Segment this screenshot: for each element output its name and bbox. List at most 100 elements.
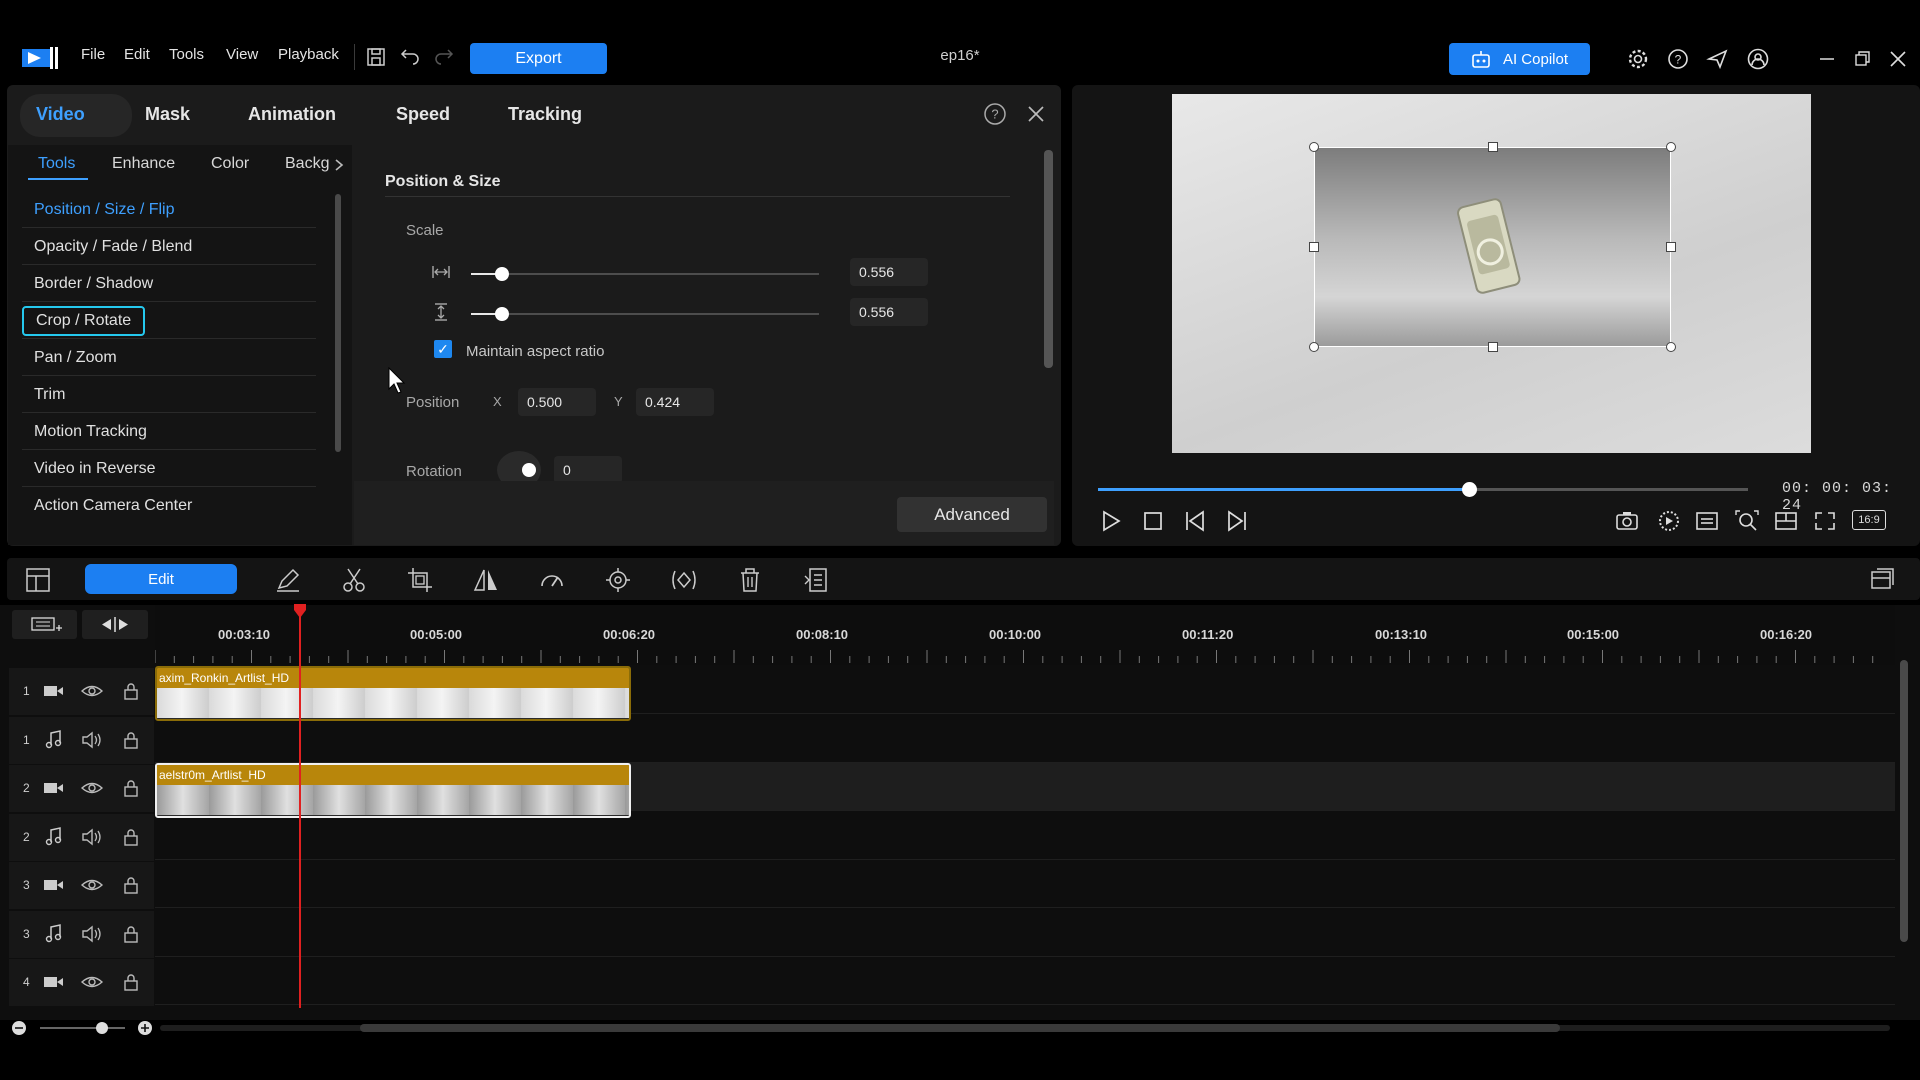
- lock-icon[interactable]: [123, 731, 139, 749]
- playhead-line[interactable]: [299, 610, 301, 1008]
- more-tools-icon[interactable]: [802, 566, 830, 594]
- timeline-settings-icon[interactable]: [1868, 566, 1896, 594]
- help-icon[interactable]: ?: [1666, 47, 1690, 71]
- resize-handle-right[interactable]: [1666, 242, 1676, 252]
- save-icon[interactable]: [366, 47, 386, 67]
- add-track-button[interactable]: [12, 610, 77, 639]
- menu-tools[interactable]: Tools: [169, 46, 204, 63]
- scale-width-slider-track[interactable]: [471, 273, 819, 275]
- zoom-preview-icon[interactable]: [1734, 509, 1760, 533]
- zoom-in-icon[interactable]: [137, 1020, 153, 1036]
- playback-mode-icon[interactable]: [1656, 509, 1682, 533]
- resize-handle-bottom[interactable]: [1488, 342, 1498, 352]
- redo-icon[interactable]: [434, 47, 454, 67]
- rotation-input[interactable]: 0: [554, 456, 622, 484]
- stop-icon[interactable]: [1140, 509, 1166, 533]
- subtab-scroll-right-icon[interactable]: [334, 158, 344, 172]
- edit-button[interactable]: Edit: [85, 564, 237, 594]
- crop-icon[interactable]: [406, 566, 434, 594]
- resize-handle-top-left[interactable]: [1309, 142, 1319, 152]
- tool-crop-rotate[interactable]: Crop / Rotate: [22, 303, 316, 339]
- scale-width-input[interactable]: 0.556: [850, 258, 928, 286]
- resize-handle-bottom-left[interactable]: [1309, 342, 1319, 352]
- resize-handle-bottom-right[interactable]: [1666, 342, 1676, 352]
- track-row-video-4[interactable]: [155, 957, 1895, 1005]
- undo-icon[interactable]: [400, 47, 420, 67]
- timeline-vertical-scrollbar[interactable]: [1900, 660, 1908, 942]
- fit-timeline-button[interactable]: [82, 610, 148, 639]
- playhead-handle-icon[interactable]: [292, 604, 308, 620]
- lock-icon[interactable]: [123, 925, 139, 943]
- ai-copilot-button[interactable]: AI Copilot: [1449, 43, 1590, 75]
- restore-icon[interactable]: [1854, 50, 1872, 68]
- tab-video[interactable]: Video: [36, 104, 85, 125]
- tool-video-in-reverse[interactable]: Video in Reverse: [22, 451, 316, 487]
- pen-tool-icon[interactable]: [274, 566, 302, 594]
- lock-icon[interactable]: [123, 876, 139, 894]
- minimize-icon[interactable]: [1818, 50, 1836, 68]
- track-row-audio-1[interactable]: [155, 715, 1895, 763]
- tool-trim[interactable]: Trim: [22, 377, 316, 413]
- fullscreen-icon[interactable]: [1812, 509, 1838, 533]
- panel-help-icon[interactable]: ?: [983, 102, 1007, 126]
- scale-height-input[interactable]: 0.556: [850, 298, 928, 326]
- subtab-enhance[interactable]: Enhance: [112, 155, 175, 173]
- subtab-color[interactable]: Color: [211, 155, 249, 173]
- video-clip-track-2[interactable]: aelstr0m_Artlist_HD: [155, 763, 631, 818]
- menu-file[interactable]: File: [81, 46, 105, 63]
- menu-playback[interactable]: Playback: [278, 46, 339, 63]
- tool-position-size-flip[interactable]: Position / Size / Flip: [22, 192, 316, 228]
- speaker-icon[interactable]: [81, 925, 103, 943]
- maintain-aspect-checkbox[interactable]: ✓: [434, 340, 452, 358]
- delete-icon[interactable]: [736, 566, 764, 594]
- zoom-out-icon[interactable]: [11, 1020, 27, 1036]
- play-icon[interactable]: [1098, 509, 1124, 533]
- tab-tracking[interactable]: Tracking: [508, 104, 582, 125]
- track-row-audio-2[interactable]: [155, 812, 1895, 860]
- position-x-input[interactable]: 0.500: [518, 388, 596, 416]
- tool-motion-tracking[interactable]: Motion Tracking: [22, 414, 316, 450]
- close-window-icon[interactable]: [1889, 50, 1907, 68]
- subtab-tools[interactable]: Tools: [38, 155, 75, 173]
- panel-close-icon[interactable]: [1026, 104, 1046, 124]
- tool-opacity-fade-blend[interactable]: Opacity / Fade / Blend: [22, 229, 316, 265]
- settings-icon[interactable]: [1626, 47, 1650, 71]
- scale-height-slider-track[interactable]: [471, 313, 819, 315]
- speaker-icon[interactable]: [81, 828, 103, 846]
- split-scissors-icon[interactable]: [340, 566, 368, 594]
- lock-icon[interactable]: [123, 828, 139, 846]
- tab-speed[interactable]: Speed: [396, 104, 450, 125]
- rotation-dial-knob[interactable]: [522, 463, 536, 477]
- feedback-icon[interactable]: [1706, 47, 1730, 71]
- export-button[interactable]: Export: [470, 43, 607, 74]
- resize-handle-top-right[interactable]: [1666, 142, 1676, 152]
- snapshot-icon[interactable]: [1614, 509, 1640, 533]
- zoom-slider-knob[interactable]: [96, 1022, 108, 1034]
- advanced-button[interactable]: Advanced: [897, 497, 1047, 532]
- lock-icon[interactable]: [123, 973, 139, 991]
- motion-tracking-icon[interactable]: [604, 566, 632, 594]
- account-icon[interactable]: [1746, 47, 1770, 71]
- tool-action-camera-center[interactable]: Action Camera Center: [22, 488, 316, 524]
- horizontal-scrollbar-thumb[interactable]: [360, 1024, 1560, 1032]
- zoom-slider-track[interactable]: [40, 1027, 125, 1029]
- lock-icon[interactable]: [123, 682, 139, 700]
- aspect-ratio-button[interactable]: 16:9: [1852, 510, 1886, 530]
- timeline-view-icon[interactable]: [24, 566, 52, 594]
- next-frame-icon[interactable]: [1224, 509, 1250, 533]
- visibility-eye-icon[interactable]: [81, 682, 103, 700]
- subtab-background[interactable]: Backg: [285, 155, 329, 173]
- scale-width-slider-knob[interactable]: [495, 267, 509, 281]
- menu-view[interactable]: View: [226, 46, 258, 63]
- resize-handle-left[interactable]: [1309, 242, 1319, 252]
- seek-bar-knob[interactable]: [1462, 482, 1477, 497]
- visibility-eye-icon[interactable]: [81, 973, 103, 991]
- scale-height-slider-knob[interactable]: [495, 307, 509, 321]
- position-y-input[interactable]: 0.424: [636, 388, 714, 416]
- tool-pan-zoom[interactable]: Pan / Zoom: [22, 340, 316, 376]
- tool-border-shadow[interactable]: Border / Shadow: [22, 266, 316, 302]
- selection-box[interactable]: [1314, 147, 1671, 347]
- subtitles-icon[interactable]: [1694, 509, 1720, 533]
- video-clip-track-1[interactable]: axim_Ronkin_Artlist_HD: [155, 666, 631, 721]
- visibility-eye-icon[interactable]: [81, 876, 103, 894]
